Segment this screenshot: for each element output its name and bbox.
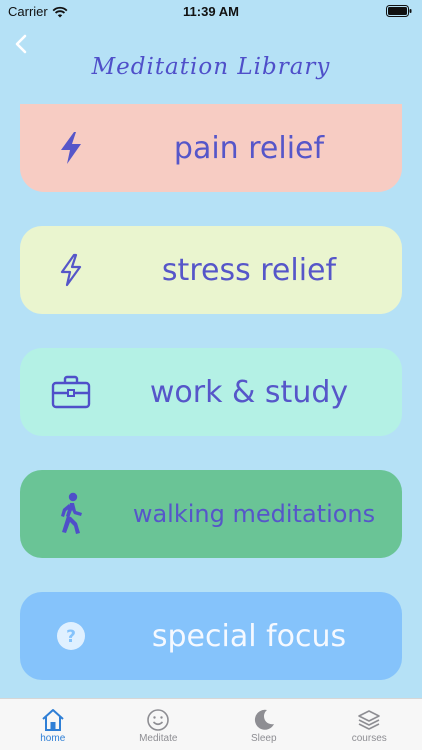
tab-sleep[interactable]: Sleep — [211, 699, 317, 750]
svg-text:?: ? — [66, 627, 76, 647]
tab-home[interactable]: home — [0, 699, 106, 750]
tab-meditate[interactable]: Meditate — [106, 699, 212, 750]
tab-bar: home Meditate Sleep courses — [0, 698, 422, 750]
smiley-icon — [145, 707, 171, 733]
lightning-icon — [50, 127, 92, 169]
chevron-left-icon — [15, 34, 27, 54]
card-label: work & study — [149, 374, 349, 410]
question-circle-icon: ? — [50, 615, 92, 657]
category-card-walking-meditations[interactable]: walking meditations — [20, 470, 402, 558]
battery-icon — [386, 5, 412, 20]
tab-courses[interactable]: courses — [317, 699, 422, 750]
status-bar: Carrier 11:39 AM — [0, 0, 422, 22]
card-label: walking meditations — [132, 500, 376, 528]
card-label: stress relief — [161, 252, 337, 288]
page-title: Meditation Library — [91, 54, 331, 80]
stack-icon — [356, 707, 382, 733]
moon-icon — [251, 707, 277, 733]
tab-label: home — [40, 733, 66, 744]
back-button[interactable] — [10, 32, 32, 56]
category-card-pain-relief[interactable]: pain relief — [20, 104, 402, 192]
category-card-stress-relief[interactable]: stress relief — [20, 226, 402, 314]
lightning-icon — [50, 249, 92, 291]
status-time: 11:39 AM — [183, 4, 239, 19]
tab-label: Meditate — [139, 733, 178, 744]
walking-person-icon — [50, 492, 92, 535]
tab-label: courses — [351, 733, 387, 744]
briefcase-icon — [50, 371, 92, 413]
tab-label: Sleep — [250, 733, 277, 744]
category-card-special-focus[interactable]: ? special focus — [20, 592, 402, 680]
card-label: special focus — [151, 618, 347, 654]
category-card-work-study[interactable]: work & study — [20, 348, 402, 436]
card-label: pain relief — [173, 130, 325, 166]
home-icon — [40, 707, 66, 733]
